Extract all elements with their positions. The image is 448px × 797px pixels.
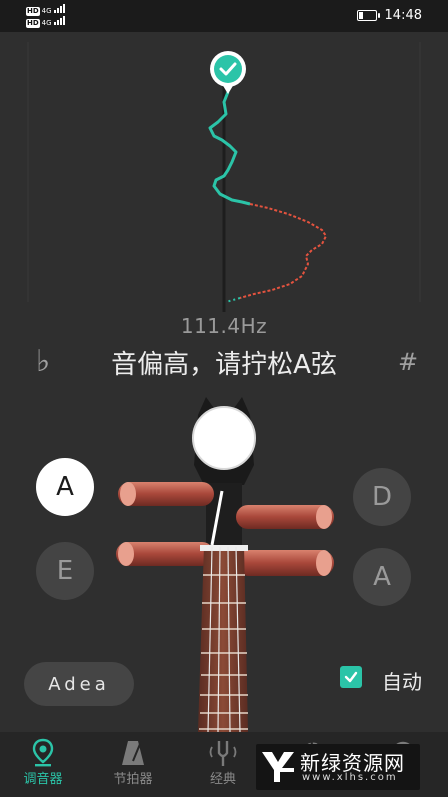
string-button-a-left[interactable]: A <box>36 458 94 516</box>
nut <box>200 545 248 551</box>
peg-right-bottom <box>236 550 334 576</box>
peg-left-top <box>118 482 214 506</box>
tab-tuner[interactable]: 调音器 <box>8 738 78 787</box>
status-bar: HD 4G HD 4G 14:48 <box>0 0 448 32</box>
head-disc <box>192 406 256 470</box>
signal-icon <box>53 4 66 16</box>
tuning-preset-button[interactable]: Adea <box>24 662 134 706</box>
tab-metronome[interactable]: 节拍器 <box>98 738 168 787</box>
sharp-icon: # <box>398 348 419 376</box>
string-button-d[interactable]: D <box>353 468 411 526</box>
hd-badge-2: HD <box>26 19 40 28</box>
checkmark-icon <box>344 671 358 683</box>
tuning-hint: 音偏高，请拧松A弦 <box>111 350 337 380</box>
hd-badge: HD <box>26 7 40 16</box>
peg-right-top <box>236 505 334 529</box>
watermark: 新绿资源网 www.xlhs.com <box>256 744 420 790</box>
auto-label: 自动 <box>382 670 422 694</box>
auto-checkbox[interactable] <box>340 666 362 688</box>
string-button-a-right[interactable]: A <box>353 548 411 606</box>
tuner-pin-icon <box>32 738 54 767</box>
frequency-readout: 111.4Hz <box>180 314 268 338</box>
network-type-2: 4G <box>41 19 52 27</box>
watermark-url: www.xlhs.com <box>302 772 398 783</box>
tab-tuner-label: 调音器 <box>23 772 63 787</box>
signal-icon-2 <box>53 16 66 28</box>
clock: 14:48 <box>384 8 422 23</box>
neck <box>198 545 248 732</box>
check-icon <box>210 51 246 94</box>
tab-metronome-label: 节拍器 <box>113 772 153 787</box>
signal-indicators: HD 4G HD 4G <box>26 4 66 28</box>
peg-left-bottom <box>116 542 214 566</box>
watermark-logo <box>262 752 294 782</box>
metronome-icon <box>122 741 144 765</box>
pitch-graph <box>27 42 421 312</box>
tab-classic-label: 经典 <box>209 772 236 787</box>
pitch-trace-tail <box>225 297 241 303</box>
network-type: 4G <box>41 7 52 15</box>
pitch-trace-in-tune <box>208 91 251 206</box>
string-button-e[interactable]: E <box>36 542 94 600</box>
tuning-fork-icon <box>209 741 237 766</box>
tab-classic[interactable]: 经典 <box>188 738 258 787</box>
battery-icon <box>356 10 380 21</box>
pitch-trace-sharp <box>239 203 328 299</box>
